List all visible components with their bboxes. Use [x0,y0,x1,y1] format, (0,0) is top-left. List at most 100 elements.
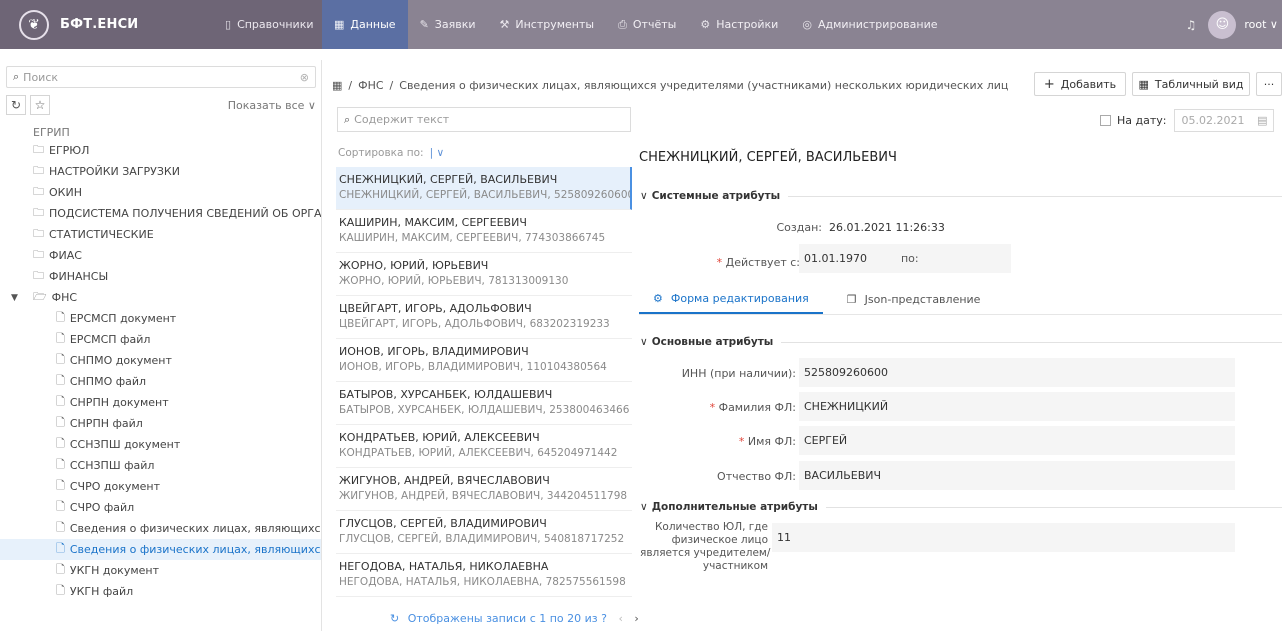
table-view-button[interactable]: ▦ Табличный вид [1132,72,1250,96]
prev-page-icon[interactable]: ‹ [618,612,622,625]
tree-item[interactable]: 🗋 СЧРО файл [0,497,321,518]
tree-item[interactable]: 🗋 ЕРСМСП документ [0,308,321,329]
bell-icon[interactable]: ♫ [1186,18,1197,32]
list-item[interactable]: ГЛУСЦОВ, СЕРГЕЙ, ВЛАДИМИРОВИЧ ГЛУСЦОВ, СЕ… [336,511,632,554]
list-item[interactable]: ЖИГУНОВ, АНДРЕЙ, ВЯЧЕСЛАВОВИЧ ЖИГУНОВ, АН… [336,468,632,511]
next-page-icon[interactable]: › [634,612,638,625]
tree-folder[interactable]: 🗀 ФИАС [0,245,321,266]
tree-folder[interactable]: ▼ 🗁 ФНС [0,287,321,308]
expand-caret-icon[interactable]: ▼ [11,293,18,303]
favorites-button[interactable]: ☆ [30,95,50,115]
tree-item-partial[interactable]: ЕГРИП [0,126,321,137]
tree-folder[interactable]: 🗀 ЕГРЮЛ [0,140,321,161]
list-item[interactable]: КОНДРАТЬЕВ, ЮРИЙ, АЛЕКСЕЕВИЧ КОНДРАТЬЕВ, … [336,425,632,468]
count-input[interactable]: 11 [772,523,1235,552]
tab-json[interactable]: ❐ Json-представление [833,284,995,314]
tree-folder[interactable]: 🗀 ПОДСИСТЕМА ПОЛУЧЕНИЯ СВЕДЕНИЙ ОБ ОРГАНИ [0,203,321,224]
user-menu[interactable]: root ∨ [1244,18,1278,31]
valid-from-input[interactable]: 01.01.1970 по: [799,244,1011,273]
tree-folder[interactable]: 🗀 СТАТИСТИЧЕСКИЕ [0,224,321,245]
main-attributes-section[interactable]: ∨ Основные атрибуты [640,336,1282,348]
tree-folder[interactable]: 🗀 НАСТРОЙКИ ЗАГРУЗКИ [0,161,321,182]
nav-references[interactable]: ▯ Справочники [213,0,326,49]
list-search-input[interactable]: ⌕ Содержит текст [337,107,631,132]
avatar[interactable]: ☺ [1208,10,1237,39]
tree-item[interactable]: 🗋 ССНЗПШ документ [0,434,321,455]
tree-item-label: ЕРСМСП файл [69,333,151,346]
tree-item[interactable]: 🗋 Сведения о физических лицах, являющихся… [0,539,321,560]
tree-item[interactable]: 🗋 УКГН документ [0,560,321,581]
breadcrumb-fns[interactable]: ФНС [358,79,383,92]
sidebar-search-placeholder: Поиск [23,70,59,84]
list-item[interactable]: ЖОРНО, ЮРИЙ, ЮРЬЕВИЧ ЖОРНО, ЮРИЙ, ЮРЬЕВИЧ… [336,253,632,296]
gear-icon: ⚙ [653,291,663,305]
nav-requests[interactable]: ✎ Заявки [408,0,488,49]
count-label-line: Количество ЮЛ, где [654,521,768,533]
plus-icon: + [1043,76,1055,92]
tree-folder[interactable]: 🗀 ОКИН [0,182,321,203]
tree-item[interactable]: 🗋 СНПМО файл [0,371,321,392]
calendar-icon[interactable]: ▤ [1257,114,1267,127]
nav-administration[interactable]: ◎ Администрирование [790,0,949,49]
more-icon: ··· [1263,77,1275,91]
tree-item-label: СНРПН файл [69,417,143,430]
tree-item[interactable]: 🗋 Сведения о физических лицах, являющихся… [0,518,321,539]
tab-edit-form[interactable]: ⚙ Форма редактирования [639,284,823,314]
list-item[interactable]: СНЕЖНИЦКИЙ, СЕРГЕЙ, ВАСИЛЬЕВИЧ СНЕЖНИЦКИЙ… [336,167,632,210]
star-icon: ☆ [34,98,46,112]
add-button[interactable]: + Добавить [1034,72,1126,96]
on-date-control: На дату: 05.02.2021 ▤ [1100,108,1275,132]
sort-control[interactable]: Сортировка по: | ∨ [338,147,444,159]
navigation-tree: 🗀 ЕГРЮЛ 🗀 НАСТРОЙКИ ЗАГРУЗКИ 🗀 ОКИН 🗀 ПОДСИСТЕМ… [0,140,321,602]
tree-item[interactable]: 🗋 СНРПН файл [0,413,321,434]
pagination-label: Отображены записи с 1 по 20 из ? [407,612,607,625]
sort-label: Сортировка по: [338,147,424,159]
inn-input[interactable]: 525809260600 [799,358,1235,387]
nav-data[interactable]: ▦ Данные [322,0,408,49]
list-item-subtitle: ГЛУСЦОВ, СЕРГЕЙ, ВЛАДИМИРОВИЧ, 540818717… [339,533,625,545]
tree-item-label: ЕРСМСП документ [69,312,177,325]
show-all-dropdown[interactable]: Показать все ∨ [228,99,316,112]
on-date-checkbox[interactable] [1100,114,1111,126]
nav-references-label: Справочники [237,18,314,31]
name-input[interactable]: СЕРГЕЙ [799,426,1235,455]
tree-item[interactable]: 🗋 СНРПН документ [0,392,321,413]
list-item[interactable]: БАТЫРОВ, ХУРСАНБЕК, ЮЛДАШЕВИЧ БАТЫРОВ, ХУ… [336,382,632,425]
tree-item-label: ФИНАНСЫ [49,270,109,283]
shield-icon: ◎ [802,18,812,31]
on-date-input[interactable]: 05.02.2021 ▤ [1174,108,1275,132]
refresh-button[interactable]: ↻ [6,95,26,115]
tree-item-label: ФИАС [49,249,82,262]
sidebar-search-input[interactable]: ⌕ Поиск ⊗ [6,66,316,88]
logo-area[interactable]: ❦ БФТ.ЕНСИ ▯ Справочники [0,0,322,49]
list-item-title: ИОНОВ, ИГОРЬ, ВЛАДИМИРОВИЧ [339,345,529,358]
extra-attributes-section[interactable]: ∨ Дополнительные атрибуты [640,501,1282,513]
more-button[interactable]: ··· [1256,72,1282,96]
document-icon: 🗋 [56,353,65,366]
clear-icon[interactable]: ⊗ [300,71,309,84]
refresh-icon[interactable]: ↻ [390,612,399,625]
tree-item[interactable]: 🗋 ЕРСМСП файл [0,329,321,350]
list-item[interactable]: НЕГОДОВА, НАТАЛЬЯ, НИКОЛАЕВНА НЕГОДОВА, Н… [336,554,632,597]
tree-folder[interactable]: 🗀 ФИНАНСЫ [0,266,321,287]
list-item[interactable]: ЦВЕЙГАРТ, ИГОРЬ, АДОЛЬФОВИЧ ЦВЕЙГАРТ, ИГО… [336,296,632,339]
tree-item[interactable]: 🗋 ССНЗПШ файл [0,455,321,476]
chevron-down-icon: ∨ [640,336,648,348]
tree-item[interactable]: 🗋 СНПМО документ [0,350,321,371]
list-item-title: ЖОРНО, ЮРИЙ, ЮРЬЕВИЧ [339,259,489,272]
table-icon[interactable]: ▦ [332,79,342,92]
patronymic-input[interactable]: ВАСИЛЬЕВИЧ [799,461,1235,490]
nav-tools[interactable]: ⚒ Инструменты [487,0,606,49]
list-item[interactable]: КАШИРИН, МАКСИМ, СЕРГЕЕВИЧ КАШИРИН, МАКСИ… [336,210,632,253]
count-label-line: физическое лицо [671,534,768,546]
surname-input[interactable]: СНЕЖНИЦКИЙ [799,392,1235,421]
list-item[interactable]: ИОНОВ, ИГОРЬ, ВЛАДИМИРОВИЧ ИОНОВ, ИГОРЬ, … [336,339,632,382]
system-attributes-section[interactable]: ∨ Системные атрибуты [640,190,1282,202]
nav-reports[interactable]: ⎙ Отчёты [606,0,688,49]
patronymic-value: ВАСИЛЬЕВИЧ [804,469,882,482]
tree-item[interactable]: 🗋 УКГН файл [0,581,321,602]
tree-item[interactable]: 🗋 СЧРО документ [0,476,321,497]
chevron-down-icon[interactable]: | ∨ [430,147,445,159]
nav-settings[interactable]: ⚙ Настройки [688,0,790,49]
search-icon: ⌕ [13,70,20,83]
